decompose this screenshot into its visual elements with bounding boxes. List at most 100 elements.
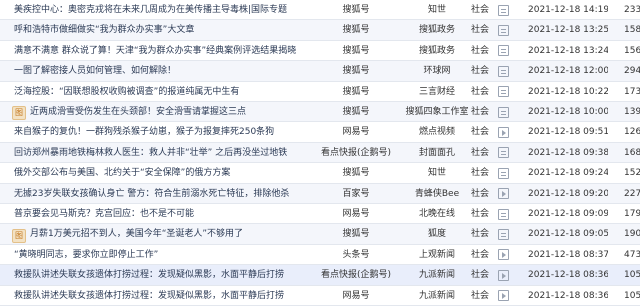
publish-time: 2021-12-18 13:25:37 (528, 25, 608, 36)
table-row[interactable]: 满意不满意 群众说了算！天津“我为群众办实事”经典案例评选结果揭晓 搜狐号 搜狐政务… (0, 41, 640, 62)
count-cell: 1587 (624, 25, 640, 36)
news-title-link[interactable]: 满意不满意 群众说了算！天津“我为群众办实事”经典案例评选结果揭晓 (14, 41, 314, 61)
publish-time: 2021-12-18 09:20:08 (528, 188, 608, 199)
table-row[interactable]: 图月薪1万美元招不到人，美国今年“圣诞老人”不够用了 搜狐号 狐度 社会 2021-12… (0, 224, 640, 245)
table-row[interactable]: 普京要会见马斯克？克宫回应：也不是不可能 网易号 北晚在线 社会 2021-12-18 … (0, 204, 640, 225)
count-cell: 1522 (624, 168, 640, 179)
news-title-link[interactable]: 无據23岁失联女孩确认身亡 警方：符合生前溺水死亡特征，排除他杀 (14, 184, 314, 204)
platform-cell: 头条号 (342, 249, 370, 260)
table-row[interactable]: “黄晓明同志，要求你立即停止工作” 头条号 上观新闻 社会 2021-12-18 08:… (0, 245, 640, 266)
news-title-link[interactable]: 回访郑州暴雨地铁梅林救人医生：救人并非“壮举” 之后再没坐过地铁 (14, 143, 314, 163)
article-type-icon (498, 204, 512, 224)
table-row[interactable]: 俄外交部公布与美国、北约关于“安全保障”的俄方方案 搜狐号 知世 社会 2021-12-… (0, 163, 640, 184)
article-type-icon (498, 143, 512, 163)
category-cell: 社会 (470, 66, 489, 77)
document-icon (498, 167, 509, 179)
category-cell: 社会 (470, 5, 489, 15)
count-cell: 1262 (624, 127, 640, 138)
video-type-icon (498, 286, 512, 306)
table-row[interactable]: 美疾控中心：奥密克戎将在未来几周成为在美传播主导毒株|国际专题 搜狐号 知世 社会 20… (0, 0, 640, 21)
news-title-link[interactable]: 一图了解密接人员如何管理、如何解除！ (14, 61, 314, 81)
count-cell: 1051 (624, 270, 640, 281)
publish-time: 2021-12-18 09:24:48 (528, 168, 608, 179)
category-cell: 社会 (470, 25, 489, 36)
table-row[interactable]: 泛海控股：“因联想股权收购被调查”的报道纯属无中生有 搜狐号 三言财经 社会 2021-… (0, 82, 640, 102)
news-title-link[interactable]: 救援队讲述失联女孩遗体打捞过程：发现疑似黑影，水面平静后打捞 (14, 286, 314, 306)
article-type-icon (498, 0, 512, 20)
table-row[interactable]: 呼和浩特市做细做实“我为群众办实事”大文章 搜狐号 搜狐政务 社会 2021-12-18… (0, 20, 640, 41)
publish-time: 2021-12-18 14:19:55 (528, 5, 608, 15)
news-table: 美疾控中心：奥密克戎将在未来几周成为在美传播主导毒株|国际专题 搜狐号 知世 社会 20… (0, 0, 640, 306)
news-title-link[interactable]: 月薪1万美元招不到人，美国今年“圣诞老人”不够用了 (30, 224, 314, 244)
image-tag-icon: 图 (12, 106, 26, 121)
table-row[interactable]: 无據23岁失联女孩确认身亡 警方：符合生前溺水死亡特征，排除他杀 百家号 青蜂侠Be… (0, 183, 640, 204)
document-icon (498, 45, 509, 57)
platform-cell: 搜狐号 (342, 86, 370, 97)
category-cell: 社会 (470, 86, 489, 97)
video-icon (498, 269, 509, 281)
table-row[interactable]: 救援队讲述失联女孩遗体打捞过程：发现疑似黑影，水面平静后打捞 看点快报(企鹅号) 九… (0, 265, 640, 286)
category-cell: 社会 (470, 107, 489, 117)
platform-cell: 看点快报(企鹅号) (320, 147, 392, 158)
source-cell: 环球网 (423, 66, 451, 77)
category-cell: 社会 (470, 209, 489, 219)
table-row[interactable]: 来自猴子的复仇！一群狗残杀猴子幼崽，猴子为报复摔死250条狗 网易号 燃点视频 社会 2… (0, 122, 640, 143)
category-cell: 社会 (470, 249, 489, 260)
count-cell: 1051 (624, 290, 640, 301)
article-type-icon (498, 41, 512, 61)
news-title-link[interactable]: “黄晓明同志，要求你立即停止工作” (14, 245, 314, 265)
document-icon (498, 147, 509, 159)
count-cell: 1392 (624, 107, 640, 117)
news-title-link[interactable]: 美疾控中心：奥密克戎将在未来几周成为在美传播主导毒株|国际专题 (14, 0, 314, 20)
platform-cell: 搜狐号 (342, 66, 370, 77)
news-title-link[interactable]: 俄外交部公布与美国、北约关于“安全保障”的俄方方案 (14, 163, 314, 183)
publish-time: 2021-12-18 13:24:59 (528, 45, 608, 56)
article-type-icon (498, 20, 512, 40)
count-cell: 4737 (624, 249, 640, 260)
document-icon (498, 229, 509, 241)
article-type-icon (498, 61, 512, 81)
source-cell: 三言财经 (418, 86, 455, 97)
publish-time: 2021-12-18 10:22:47 (528, 86, 608, 97)
video-type-icon (498, 245, 512, 265)
document-icon (498, 25, 509, 37)
news-title-link[interactable]: 普京要会见马斯克？克宫回应：也不是不可能 (14, 204, 314, 224)
count-cell: 1796 (624, 209, 640, 219)
video-icon (498, 249, 509, 261)
count-cell: 1565 (624, 45, 640, 56)
image-tag-icon: 图 (12, 228, 26, 243)
news-title-link[interactable]: 救援队讲述失联女孩遗体打捞过程：发现疑似黑影，水面平静后打捞 (14, 265, 314, 285)
table-row[interactable]: 救援队讲述失联女孩遗体打捞过程：发现疑似黑影，水面平静后打捞 网易号 九派新闻 社会 2… (0, 286, 640, 306)
category-cell: 社会 (470, 270, 489, 281)
platform-cell: 搜狐号 (342, 5, 370, 15)
platform-cell: 搜狐号 (342, 168, 370, 179)
publish-time: 2021-12-18 08:36:53 (528, 270, 608, 281)
platform-cell: 看点快报(企鹅号) (320, 270, 392, 281)
count-cell: 2335 (624, 5, 640, 15)
video-icon (498, 188, 509, 200)
news-title-link[interactable]: 来自猴子的复仇！一群狗残杀猴子幼崽，猴子为报复摔死250条狗 (14, 122, 314, 142)
publish-time: 2021-12-18 08:37:56 (528, 249, 608, 260)
source-cell: 狐度 (427, 229, 446, 240)
table-row[interactable]: 回访郑州暴雨地铁梅林救人医生：救人并非“壮举” 之后再没坐过地铁 看点快报(企鹅号… (0, 142, 640, 164)
publish-time: 2021-12-18 08:36:53 (528, 290, 608, 301)
count-cell: 2941 (624, 66, 640, 77)
source-cell: 知世 (427, 5, 446, 15)
news-title-link[interactable]: 呼和浩特市做细做实“我为群众办实事”大文章 (14, 20, 314, 40)
news-title-link[interactable]: 泛海控股：“因联想股权收购被调查”的报道纯属无中生有 (14, 82, 314, 102)
table-row[interactable]: 一图了解密接人员如何管理、如何解除！ 搜狐号 环球网 社会 2021-12-18 12:… (0, 61, 640, 82)
document-icon (498, 65, 509, 77)
platform-cell: 搜狐号 (342, 45, 370, 56)
platform-cell: 搜狐号 (342, 25, 370, 36)
count-cell: 2274 (624, 188, 640, 199)
category-cell: 社会 (470, 188, 489, 199)
table-row[interactable]: 图近两成滑雪受伤发生在头颈部！安全滑雪请掌握这三点 搜狐号 搜狐四象工作室 社会 202… (0, 102, 640, 123)
publish-time: 2021-12-18 09:51:38 (528, 127, 608, 138)
source-cell: 燃点视频 (418, 127, 455, 138)
publish-time: 2021-12-18 09:38:52 (528, 147, 608, 158)
source-cell: 知世 (427, 168, 446, 179)
document-icon (498, 208, 509, 220)
count-cell: 1682 (624, 147, 640, 158)
count-cell: 1734 (624, 86, 640, 97)
news-title-link[interactable]: 近两成滑雪受伤发生在头颈部！安全滑雪请掌握这三点 (30, 102, 314, 122)
